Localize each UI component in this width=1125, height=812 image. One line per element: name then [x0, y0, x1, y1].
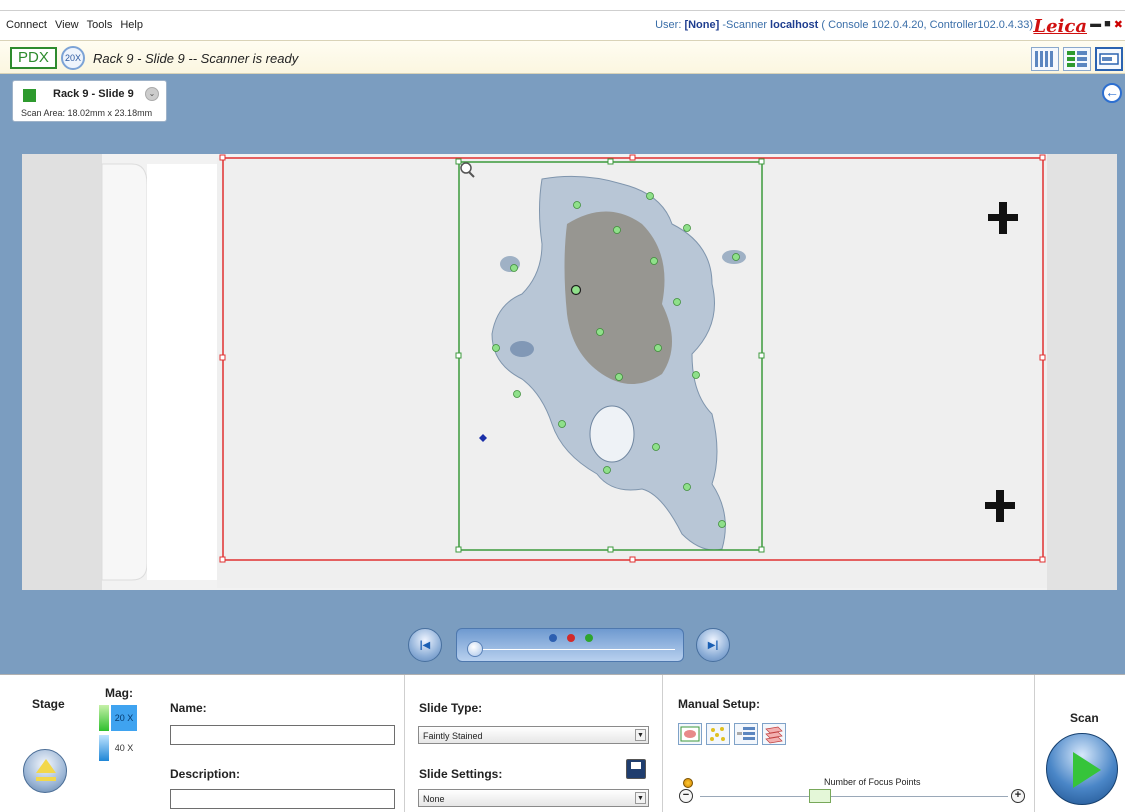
slide-status-indicator [23, 89, 36, 102]
dropdown-arrow-icon: ▼ [635, 792, 646, 804]
slide-viewer: Rack 9 - Slide 9 ⌄ Scan Area: 18.02mm x … [0, 74, 1125, 674]
mag-40x-option[interactable]: 40 X [111, 735, 137, 761]
slide-navigation: |◀ ▶| [408, 626, 738, 668]
menu-connect[interactable]: Connect [6, 19, 47, 31]
chevron-down-icon[interactable]: ⌄ [145, 87, 159, 101]
menu-bar: Connect View Tools Help User: [None] -Sc… [0, 10, 1125, 40]
list-view-button[interactable] [1063, 47, 1091, 71]
slide-settings-value: None [423, 794, 445, 804]
scan-lines-tool[interactable] [734, 723, 758, 745]
tissue-area-tool[interactable] [678, 723, 702, 745]
menu-view[interactable]: View [55, 19, 79, 31]
slide-settings-select[interactable]: None ▼ [418, 789, 649, 807]
green-channel-dot [585, 634, 593, 642]
grid-list-icon [1067, 51, 1087, 67]
columns-icon [1035, 51, 1053, 67]
close-icon[interactable]: ✖ [1114, 18, 1123, 31]
scanner-label: -Scanner [722, 19, 767, 31]
slide-type-select[interactable]: Faintly Stained ▼ [418, 726, 649, 744]
scan-area: Scan Area: 18.02mm x 23.18mm [21, 108, 153, 118]
description-input[interactable] [170, 789, 395, 809]
tissue-area-icon [680, 726, 700, 742]
slide-name: Rack 9 - Slide 9 [53, 88, 134, 100]
focus-points-tool[interactable] [706, 723, 730, 745]
focus-points-icon [710, 727, 725, 741]
manual-setup-label: Manual Setup: [678, 697, 761, 711]
name-input[interactable] [170, 725, 395, 745]
blue-channel-dot [549, 634, 557, 642]
stage-eject-button[interactable] [23, 749, 67, 793]
connection-info: User: [None] -Scanner localhost ( Consol… [655, 19, 1033, 31]
slide-image[interactable] [22, 154, 1117, 590]
minimize-icon[interactable]: ▬ [1090, 18, 1101, 31]
main-menu: Connect View Tools Help [6, 19, 143, 31]
slide-info-card[interactable]: Rack 9 - Slide 9 ⌄ Scan Area: 18.02mm x … [12, 80, 167, 122]
slide-settings-label: Slide Settings: [419, 767, 503, 781]
status-bar: PDX 20X Rack 9 - Slide 9 -- Scanner is r… [0, 40, 1125, 74]
leica-logo: Leica [1033, 16, 1087, 37]
scan-settings-panel: Stage Mag: 20 X 40 X Name: Description: … [0, 674, 1125, 812]
single-slide-view-button[interactable] [1095, 47, 1123, 71]
scanner-value: localhost [770, 19, 819, 31]
dropdown-arrow-icon: ▼ [635, 729, 646, 741]
scan-label: Scan [1070, 711, 1099, 725]
status-message: Rack 9 - Slide 9 -- Scanner is ready [93, 51, 299, 66]
user-value: [None] [684, 19, 720, 31]
layers-icon [765, 726, 783, 744]
skip-previous-icon: |◀ [419, 640, 431, 651]
red-channel-dot [567, 634, 575, 642]
console-info: ( Console 102.0.4.20, [821, 19, 927, 31]
save-settings-button[interactable] [626, 759, 646, 779]
eject-icon [36, 759, 56, 773]
slider-knob[interactable] [467, 641, 483, 657]
back-arrow-icon[interactable]: ← [1102, 83, 1122, 103]
slide-type-value: Faintly Stained [423, 731, 483, 741]
scan-lines-icon [737, 727, 755, 740]
user-label: User: [655, 19, 682, 31]
skip-next-icon: ▶| [707, 640, 719, 651]
focus-points-slider[interactable] [809, 789, 832, 803]
menu-tools[interactable]: Tools [87, 19, 113, 31]
previous-slide-button[interactable]: |◀ [408, 628, 442, 662]
next-slide-button[interactable]: ▶| [696, 628, 730, 662]
slide-type-label: Slide Type: [419, 701, 483, 715]
window-controls: ▬ ■ ✖ [1090, 18, 1123, 31]
slide-strip-view-button[interactable] [1031, 47, 1059, 71]
menu-help[interactable]: Help [120, 19, 143, 31]
view-mode-buttons [1031, 47, 1123, 71]
scan-button[interactable] [1046, 733, 1118, 805]
decrease-focus-points-button[interactable]: − [679, 789, 693, 803]
magnification-badge: 20X [61, 46, 85, 70]
slider-track [475, 649, 675, 650]
name-label: Name: [170, 701, 207, 715]
stage-label: Stage [32, 697, 65, 711]
focus-points-label: Number of Focus Points [824, 777, 921, 787]
z-level-slider[interactable] [456, 628, 684, 662]
magnification-selector: 20 X 40 X [99, 705, 139, 765]
mag-20x-option[interactable]: 20 X [111, 705, 137, 731]
maximize-icon[interactable]: ■ [1104, 18, 1111, 31]
focus-points-track [700, 796, 1008, 797]
play-icon [1073, 752, 1101, 788]
increase-focus-points-button[interactable]: + [1011, 789, 1025, 803]
focus-icon [683, 778, 693, 788]
controller-info: Controller102.0.4.33) [929, 19, 1033, 31]
single-slide-icon [1099, 53, 1119, 65]
mag-label: Mag: [105, 686, 133, 700]
project-badge[interactable]: PDX [10, 47, 57, 69]
layers-tool[interactable] [762, 723, 786, 745]
save-icon [631, 762, 641, 769]
description-label: Description: [170, 767, 241, 781]
